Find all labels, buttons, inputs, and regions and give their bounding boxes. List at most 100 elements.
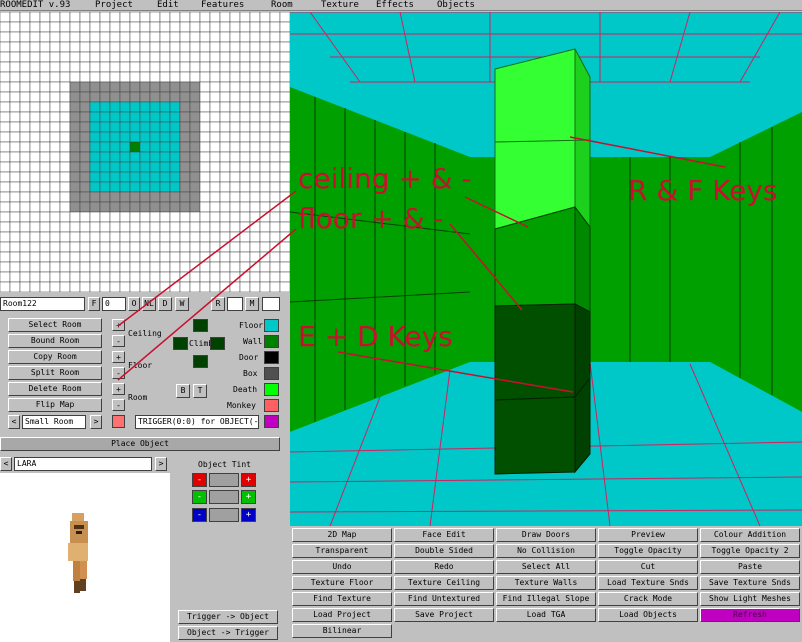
grid-cell[interactable]	[279, 231, 290, 243]
grid-cell[interactable]	[29, 211, 41, 223]
load-objects-button[interactable]: Load Objects	[598, 608, 698, 622]
grid-cell[interactable]	[159, 161, 171, 173]
grid-cell[interactable]	[39, 191, 51, 203]
grid-cell[interactable]	[209, 71, 221, 83]
grid-cell[interactable]	[159, 111, 171, 123]
grid-cell[interactable]	[189, 71, 201, 83]
bound-room-button[interactable]: Bound Room	[8, 334, 102, 348]
object-to-trigger-button[interactable]: Object -> Trigger	[178, 626, 278, 640]
grid-cell[interactable]	[39, 71, 51, 83]
grid-cell[interactable]	[49, 81, 61, 93]
grid-cell[interactable]	[69, 161, 81, 173]
tint-red-plus[interactable]: +	[241, 473, 256, 487]
grid-cell[interactable]	[29, 12, 41, 23]
grid-cell[interactable]	[269, 191, 281, 203]
grid-cell[interactable]	[119, 251, 131, 263]
grid-cell[interactable]	[199, 201, 211, 213]
grid-cell[interactable]	[19, 181, 31, 193]
grid-cell[interactable]	[189, 81, 201, 93]
room-plus-button[interactable]: +	[112, 383, 125, 395]
grid-cell[interactable]	[279, 61, 290, 73]
grid-cell[interactable]	[139, 31, 151, 43]
grid-cell[interactable]	[0, 261, 11, 273]
grid-cell[interactable]	[189, 61, 201, 73]
grid-cell[interactable]	[239, 81, 251, 93]
grid-cell[interactable]	[239, 221, 251, 233]
grid-cell[interactable]	[169, 231, 181, 243]
grid-cell[interactable]	[59, 171, 71, 183]
grid-cell[interactable]	[279, 171, 290, 183]
grid-cell[interactable]	[29, 21, 41, 33]
grid-cell[interactable]	[29, 91, 41, 103]
grid-cell[interactable]	[119, 171, 131, 183]
grid-cell[interactable]	[259, 151, 271, 163]
grid-cell[interactable]	[109, 221, 121, 233]
grid-cell[interactable]	[29, 51, 41, 63]
grid-cell[interactable]	[149, 171, 161, 183]
grid-cell[interactable]	[189, 21, 201, 33]
grid-cell[interactable]	[269, 81, 281, 93]
grid-cell[interactable]	[129, 151, 141, 163]
grid-cell[interactable]	[0, 231, 11, 243]
grid-cell[interactable]	[49, 221, 61, 233]
grid-cell[interactable]	[59, 181, 71, 193]
grid-cell[interactable]	[169, 221, 181, 233]
grid-cell[interactable]	[79, 41, 91, 53]
grid-cell[interactable]	[149, 221, 161, 233]
grid-cell[interactable]	[29, 171, 41, 183]
grid-cell[interactable]	[199, 151, 211, 163]
grid-cell[interactable]	[189, 251, 201, 263]
grid-cell[interactable]	[179, 141, 191, 153]
load-tga-button[interactable]: Load TGA	[496, 608, 596, 622]
grid-cell[interactable]	[89, 241, 101, 253]
grid-cell[interactable]	[149, 41, 161, 53]
grid-cell[interactable]	[109, 281, 121, 292]
grid-cell[interactable]	[259, 251, 271, 263]
grid-cell[interactable]	[159, 191, 171, 203]
grid-cell[interactable]	[159, 12, 171, 23]
grid-cell[interactable]	[279, 21, 290, 33]
grid-cell[interactable]	[49, 61, 61, 73]
grid-cell[interactable]	[99, 12, 111, 23]
grid-cell[interactable]	[79, 251, 91, 263]
grid-cell[interactable]	[139, 171, 151, 183]
grid-cell[interactable]	[169, 101, 181, 113]
grid-cell[interactable]	[9, 251, 21, 263]
grid-cell[interactable]	[79, 141, 91, 153]
grid-cell[interactable]	[0, 151, 11, 163]
grid-cell[interactable]	[99, 201, 111, 213]
grid-cell[interactable]	[109, 31, 121, 43]
grid-cell[interactable]	[159, 91, 171, 103]
find-untextured-button[interactable]: Find Untextured	[394, 592, 494, 606]
grid-cell[interactable]	[59, 91, 71, 103]
grid-cell[interactable]	[59, 281, 71, 292]
grid-cell[interactable]	[29, 251, 41, 263]
grid-cell[interactable]	[199, 81, 211, 93]
grid-cell[interactable]	[139, 281, 151, 292]
grid-cell[interactable]	[279, 111, 290, 123]
grid-cell[interactable]	[109, 151, 121, 163]
grid-cell[interactable]	[39, 111, 51, 123]
grid-cell[interactable]	[119, 271, 131, 283]
grid-cell[interactable]	[19, 201, 31, 213]
grid-cell[interactable]	[199, 111, 211, 123]
grid-cell[interactable]	[109, 251, 121, 263]
grid-cell[interactable]	[249, 81, 261, 93]
grid-cell[interactable]	[209, 21, 221, 33]
grid-cell[interactable]	[169, 51, 181, 63]
grid-cell[interactable]	[139, 271, 151, 283]
delete-room-button[interactable]: Delete Room	[8, 382, 102, 396]
grid-cell[interactable]	[229, 131, 241, 143]
grid-cell[interactable]	[199, 131, 211, 143]
grid-cell[interactable]	[189, 181, 201, 193]
grid-cell[interactable]	[109, 101, 121, 113]
grid-cell[interactable]	[29, 281, 41, 292]
grid-cell[interactable]	[39, 121, 51, 133]
grid-cell[interactable]	[69, 101, 81, 113]
grid-cell[interactable]	[259, 111, 271, 123]
grid-cell[interactable]	[59, 131, 71, 143]
grid-cell[interactable]	[269, 201, 281, 213]
grid-cell[interactable]	[49, 191, 61, 203]
grid-cell[interactable]	[149, 211, 161, 223]
grid-cell[interactable]	[179, 191, 191, 203]
